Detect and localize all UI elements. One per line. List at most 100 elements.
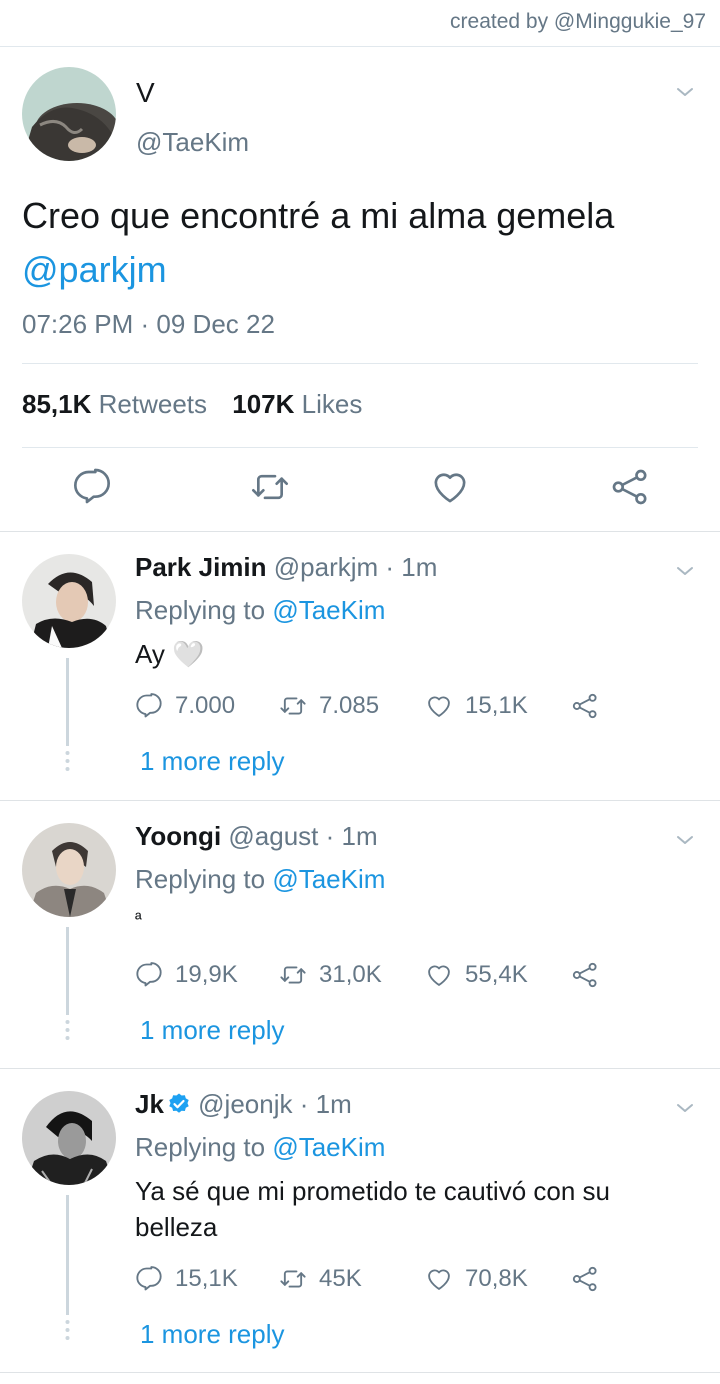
reply-time[interactable]: 1m: [342, 821, 378, 851]
share-icon: [571, 961, 599, 989]
replying-handle[interactable]: @TaeKim: [272, 1132, 385, 1162]
retweet-button[interactable]: 31,0K: [279, 957, 382, 993]
thread-dots: [65, 1320, 70, 1340]
share-icon: [571, 692, 599, 720]
reply-icon: [135, 1265, 163, 1293]
more-replies-link[interactable]: 1 more reply: [140, 1015, 285, 1046]
like-icon: [425, 1265, 453, 1293]
reply-header: Yoongi @agust · 1m: [135, 821, 378, 852]
reply-button[interactable]: 15,1K: [135, 1261, 238, 1297]
replying-prefix: Replying to: [135, 1132, 273, 1162]
like-icon[interactable]: [430, 467, 470, 507]
thread-line: [66, 658, 69, 746]
likes-count[interactable]: 107K: [232, 389, 294, 419]
retweet-button[interactable]: 45K: [279, 1261, 362, 1297]
like-count: 15,1K: [465, 692, 528, 719]
dot-separator: ·: [325, 821, 335, 851]
reply-button[interactable]: 7.000: [135, 688, 235, 724]
replying-to: Replying to @TaeKim: [135, 595, 385, 626]
divider: [0, 1372, 720, 1373]
share-button[interactable]: [571, 1261, 599, 1297]
retweet-icon[interactable]: [250, 467, 290, 507]
replying-to: Replying to @TaeKim: [135, 1132, 385, 1163]
reply-tweet[interactable]: Park Jimin @parkjm · 1m Replying to @Tae…: [0, 532, 720, 800]
author-handle[interactable]: @parkjm: [274, 552, 378, 582]
retweet-icon: [279, 961, 307, 989]
share-button[interactable]: [571, 957, 599, 993]
chevron-down-icon[interactable]: [676, 83, 694, 101]
avatar-park-jimin[interactable]: [22, 554, 116, 648]
author-name[interactable]: Park Jimin: [135, 552, 267, 582]
reply-icon: [135, 961, 163, 989]
like-button[interactable]: 55,4K: [425, 957, 528, 993]
thread-line: [66, 1195, 69, 1315]
reply-actions: 7.000 7.085 15,1K: [135, 688, 615, 724]
dot-separator: ·: [385, 552, 395, 582]
share-icon[interactable]: [610, 467, 650, 507]
reply-header: Jk @jeonjk · 1m: [135, 1089, 352, 1120]
avatar-v[interactable]: [22, 67, 116, 161]
reply-count: 7.000: [175, 692, 236, 719]
author-name[interactable]: Jk: [135, 1089, 164, 1119]
reply-actions: 19,9K 31,0K 55,4K: [135, 957, 615, 993]
reply-tweet[interactable]: Yoongi @agust · 1m Replying to @TaeKim ª…: [0, 801, 720, 1069]
credit-text: created by @Minggukie_97: [450, 10, 706, 33]
reply-count: 15,1K: [175, 1265, 238, 1292]
verified-badge-icon: [169, 1093, 189, 1113]
chevron-down-icon[interactable]: [676, 831, 694, 849]
replying-handle[interactable]: @TaeKim: [272, 864, 385, 894]
reply-icon[interactable]: [72, 467, 112, 507]
like-button[interactable]: 15,1K: [425, 688, 528, 724]
reply-text: Ay 🤍: [135, 639, 205, 669]
retweet-count: 45K: [319, 1265, 362, 1292]
reply-actions: 15,1K 45K 70,8K: [135, 1261, 615, 1297]
reply-text: ª: [135, 909, 142, 929]
dot-separator: ·: [299, 1089, 309, 1119]
retweet-count: 31,0K: [319, 961, 382, 988]
tweet-stats: 85,1K Retweets 107K Likes: [22, 389, 362, 420]
reply-time[interactable]: 1m: [401, 552, 437, 582]
tweet-text: Creo que encontré a mi alma gemela @park…: [22, 189, 662, 297]
like-icon: [425, 692, 453, 720]
author-handle[interactable]: @jeonjk: [198, 1089, 292, 1119]
author-name[interactable]: V: [136, 77, 155, 109]
author-name[interactable]: Yoongi: [135, 821, 221, 851]
more-replies-link[interactable]: 1 more reply: [140, 746, 285, 777]
replying-prefix: Replying to: [135, 864, 273, 894]
share-button[interactable]: [571, 688, 599, 724]
reply-count: 19,9K: [175, 961, 238, 988]
reply-icon: [135, 692, 163, 720]
chevron-down-icon[interactable]: [676, 1099, 694, 1117]
more-replies-link[interactable]: 1 more reply: [140, 1319, 285, 1350]
chevron-down-icon[interactable]: [676, 562, 694, 580]
retweets-count[interactable]: 85,1K: [22, 389, 91, 419]
retweet-button[interactable]: 7.085: [279, 688, 379, 724]
replying-prefix: Replying to: [135, 595, 273, 625]
like-count: 55,4K: [465, 961, 528, 988]
retweets-label[interactable]: Retweets: [99, 389, 207, 419]
author-handle[interactable]: @agust: [228, 821, 318, 851]
tweet-actions: [0, 467, 720, 517]
like-icon: [425, 961, 453, 989]
tweet-timestamp[interactable]: 07:26 PM · 09 Dec 22: [22, 309, 275, 340]
share-icon: [571, 1265, 599, 1293]
reply-time[interactable]: 1m: [316, 1089, 352, 1119]
replying-to: Replying to @TaeKim: [135, 864, 385, 895]
mention-link[interactable]: @parkjm: [22, 249, 167, 290]
divider: [22, 447, 698, 448]
thread-dots: [65, 1020, 70, 1040]
reply-tweet[interactable]: Jk @jeonjk · 1m Replying to @TaeKim Ya s…: [0, 1069, 720, 1374]
avatar-yoongi[interactable]: [22, 823, 116, 917]
like-button[interactable]: 70,8K: [425, 1261, 528, 1297]
main-tweet: V @TaeKim Creo que encontré a mi alma ge…: [0, 47, 720, 531]
avatar-jk[interactable]: [22, 1091, 116, 1185]
likes-label[interactable]: Likes: [302, 389, 363, 419]
reply-button[interactable]: 19,9K: [135, 957, 238, 993]
like-count: 70,8K: [465, 1265, 528, 1292]
retweet-count: 7.085: [319, 692, 380, 719]
divider: [22, 363, 698, 364]
author-handle[interactable]: @TaeKim: [136, 127, 249, 158]
replying-handle[interactable]: @TaeKim: [272, 595, 385, 625]
thread-line: [66, 927, 69, 1015]
reply-header: Park Jimin @parkjm · 1m: [135, 552, 437, 583]
